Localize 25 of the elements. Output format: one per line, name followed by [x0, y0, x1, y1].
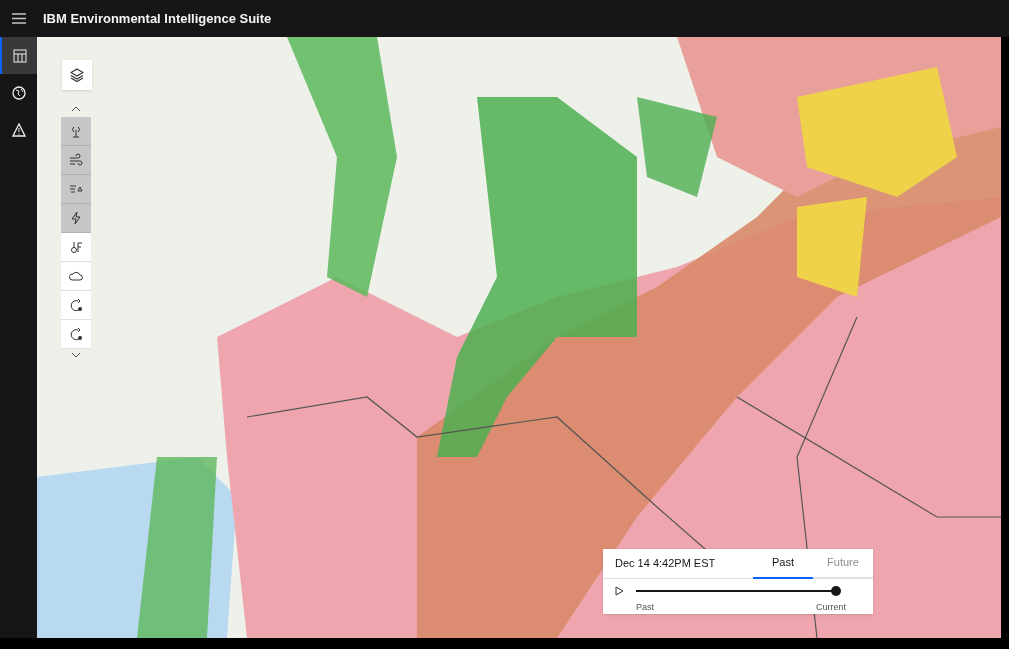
layers-button[interactable]: [62, 60, 92, 90]
layers-icon: [70, 68, 84, 82]
forecast-icon: [69, 327, 83, 341]
timeline-tab[interactable]: Future: [813, 548, 873, 579]
map-tool-button[interactable]: [61, 204, 91, 233]
warning-icon: [11, 122, 26, 137]
play-icon[interactable]: [615, 586, 624, 597]
slider-thumb[interactable]: [831, 586, 841, 597]
chevron-up-icon[interactable]: [71, 105, 81, 113]
thermometer-icon: [69, 240, 83, 254]
start-label: Past: [636, 600, 654, 614]
app-title: IBM Environmental Intelligence Suite: [43, 9, 272, 28]
storm-icon: [69, 182, 83, 196]
end-label: Current: [816, 600, 846, 614]
globe-icon: [11, 85, 26, 100]
chevron-down-icon[interactable]: [71, 351, 81, 359]
menu-icon: [11, 13, 26, 24]
forecast-icon: [69, 298, 83, 312]
cloud-icon: [69, 269, 83, 283]
dashboard-icon: [12, 48, 27, 63]
timestamp: Dec 14 4:42PM EST: [615, 556, 717, 572]
antenna-icon: [69, 124, 83, 138]
wind-icon: [69, 153, 83, 167]
timeline-tab[interactable]: Past: [753, 548, 813, 579]
lightning-icon: [69, 211, 83, 225]
